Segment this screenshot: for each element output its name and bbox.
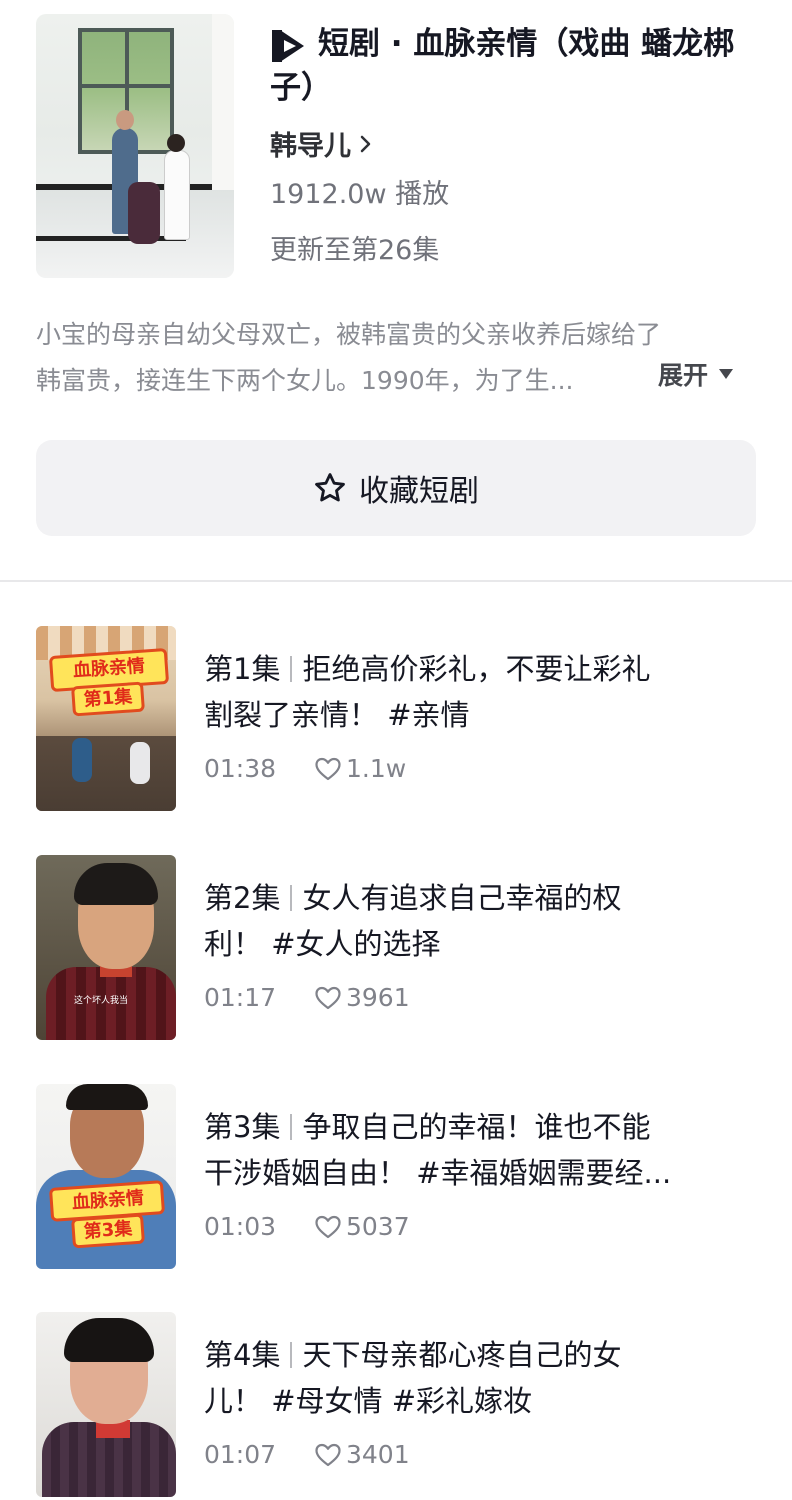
- separator: [290, 1114, 293, 1140]
- episode-title-line-1: 争取自己的幸福！谁也不能: [302, 1110, 651, 1144]
- drama-title: 短剧 · 血脉亲情（戏曲 蟠龙梆子）: [270, 26, 735, 106]
- drama-title-row: 短剧 · 血脉亲情（戏曲 蟠龙梆子）: [270, 22, 750, 110]
- heart-outline-icon: [315, 1215, 341, 1238]
- heart-outline-icon: [315, 986, 341, 1009]
- episode-duration: 01:03: [204, 1212, 277, 1241]
- episode-likes: 5037: [314, 1212, 410, 1241]
- episode-duration: 01:17: [204, 983, 277, 1012]
- episode-title-line-2: 儿！ #母女情 #彩礼嫁妆: [204, 1384, 533, 1418]
- thumb-person-hair: [66, 1084, 148, 1110]
- episode-meta: 01:03 5037: [204, 1212, 410, 1241]
- thumb-subtitle: 这个坏人我当: [74, 996, 129, 1006]
- episode-likes: 1.1w: [314, 754, 406, 783]
- thumb-person: [72, 738, 92, 782]
- author-name: 韩导儿: [270, 131, 351, 162]
- cover-figure-man-head: [116, 110, 134, 130]
- episode-title: 第1集 拒绝高价彩礼，不要让彩礼 割裂了亲情！ #亲情: [204, 646, 724, 738]
- star-outline-icon: [315, 473, 345, 502]
- triangle-down-icon: [719, 369, 734, 379]
- episode-item[interactable]: 血脉亲情 第3集 第3集 争取自己的幸福！谁也不能 干涉婚姻自由！ #幸福婚姻需要…: [0, 1084, 792, 1274]
- favorite-drama-button[interactable]: 收藏短剧: [36, 440, 756, 536]
- episode-title: 第4集 天下母亲都心疼自己的女 儿！ #母女情 #彩礼嫁妆: [204, 1332, 724, 1424]
- episode-likes-count: 5037: [346, 1212, 410, 1241]
- episode-title-line-1: 天下母亲都心疼自己的女: [302, 1338, 622, 1372]
- separator: [290, 885, 293, 911]
- separator: [290, 1342, 293, 1368]
- separator: [290, 656, 293, 682]
- episode-duration: 01:07: [204, 1440, 277, 1469]
- cover-figure-kneeling: [128, 182, 160, 244]
- chevron-right-icon: [360, 135, 371, 152]
- short-drama-logo-icon: [272, 30, 304, 62]
- heart-outline-icon: [315, 1443, 341, 1466]
- episode-item[interactable]: 第4集 天下母亲都心疼自己的女 儿！ #母女情 #彩礼嫁妆 01:07 3401: [0, 1312, 792, 1500]
- play-count: 1912.0w 播放: [270, 179, 450, 210]
- episode-item[interactable]: 这个坏人我当 第2集 女人有追求自己幸福的权 利！ #女人的选择 01:17 39…: [0, 855, 792, 1045]
- episode-likes-count: 3961: [346, 983, 410, 1012]
- cover-figure-doctor: [164, 150, 190, 240]
- episode-title: 第2集 女人有追求自己幸福的权 利！ #女人的选择: [204, 875, 724, 967]
- episode-number: 第2集: [204, 881, 281, 915]
- cover-figure-doctor-head: [167, 134, 185, 152]
- drama-cover-image[interactable]: [36, 14, 234, 278]
- description-line-1: 小宝的母亲自幼父母双亡，被韩富贵的父亲收养后嫁给了: [36, 320, 662, 349]
- episode-thumbnail[interactable]: [36, 1312, 176, 1497]
- episode-title-line-1: 拒绝高价彩礼，不要让彩礼: [302, 652, 651, 686]
- thumb-episode-text: 第3集: [83, 1218, 133, 1243]
- episode-meta: 01:17 3961: [204, 983, 410, 1012]
- section-divider: [0, 580, 792, 582]
- episode-likes: 3961: [314, 983, 410, 1012]
- favorite-label: 收藏短剧: [359, 474, 479, 509]
- episode-thumbnail[interactable]: 这个坏人我当: [36, 855, 176, 1040]
- episode-likes-count: 1.1w: [346, 754, 407, 783]
- thumb-episode-text: 第1集: [83, 686, 133, 711]
- episode-number: 第1集: [204, 652, 281, 686]
- description-line-2: 韩富贵，接连生下两个女儿。1990年，为了生...: [36, 366, 574, 395]
- episode-number: 第3集: [204, 1110, 281, 1144]
- episode-meta: 01:07 3401: [204, 1440, 410, 1469]
- thumb-person-hair: [64, 1318, 154, 1362]
- episode-thumbnail[interactable]: 血脉亲情 第1集: [36, 626, 176, 811]
- episode-likes: 3401: [314, 1440, 410, 1469]
- episode-title-line-2: 干涉婚姻自由！ #幸福婚姻需要经...: [204, 1156, 672, 1190]
- episode-duration: 01:38: [204, 754, 277, 783]
- episode-title: 第3集 争取自己的幸福！谁也不能 干涉婚姻自由！ #幸福婚姻需要经...: [204, 1104, 724, 1196]
- drama-description: 小宝的母亲自幼父母双亡，被韩富贵的父亲收养后嫁给了 韩富贵，接连生下两个女儿。1…: [36, 312, 756, 404]
- thumb-person-hair: [74, 863, 158, 905]
- thumb-person: [130, 742, 150, 784]
- episode-likes-count: 3401: [346, 1440, 410, 1469]
- expand-label: 展开: [658, 361, 709, 390]
- episode-title-line-2: 割裂了亲情！ #亲情: [204, 698, 470, 732]
- episode-thumbnail[interactable]: 血脉亲情 第3集: [36, 1084, 176, 1269]
- episode-meta: 01:38 1.1w: [204, 754, 406, 783]
- heart-outline-icon: [315, 757, 341, 780]
- expand-button[interactable]: 展开: [658, 356, 734, 392]
- episode-title-line-2: 利！ #女人的选择: [204, 927, 441, 961]
- author-link[interactable]: 韩导儿: [270, 124, 373, 163]
- episode-title-line-1: 女人有追求自己幸福的权: [302, 881, 622, 915]
- update-status: 更新至第26集: [270, 235, 440, 266]
- episode-number: 第4集: [204, 1338, 281, 1372]
- thumb-room: [36, 736, 176, 811]
- episode-item[interactable]: 血脉亲情 第1集 第1集 拒绝高价彩礼，不要让彩礼 割裂了亲情！ #亲情 01:3…: [0, 626, 792, 816]
